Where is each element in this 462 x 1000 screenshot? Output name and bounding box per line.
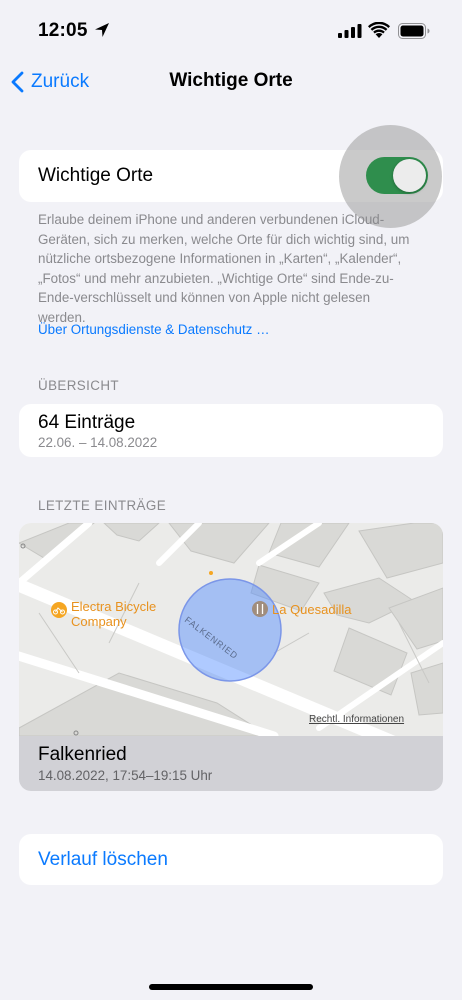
status-bar: 12:05 [0,0,462,60]
cellular-signal-icon [338,24,362,38]
toggle-footer-text: Erlaube deinem iPhone und anderen verbun… [38,212,410,325]
overview-header: ÜBERSICHT [38,378,119,393]
significant-locations-toggle[interactable] [366,157,428,194]
recent-entry-card[interactable]: Electra Bicycle Company La Quesadilla FA… [19,523,443,791]
toggle-label: Wichtige Orte [38,165,154,186]
battery-icon [398,23,430,39]
restaurant-poi-icon [252,601,268,617]
legal-info-link[interactable]: Rechtl. Informationen [309,714,404,725]
poi-label: Company [71,614,127,629]
clear-history-button[interactable]: Verlauf löschen [19,834,443,885]
wifi-icon [368,22,390,38]
poi-label: Electra Bicycle [71,599,156,614]
location-arrow-icon [95,23,109,37]
place-time: 14.08.2022, 17:54–19:15 Uhr [38,768,213,783]
entries-date-range: 22.06. – 14.08.2022 [38,435,158,450]
entries-count: 64 Einträge [38,412,136,433]
overview-row[interactable]: 64 Einträge 22.06. – 14.08.2022 [19,404,443,457]
poi-label: La Quesadilla [272,602,352,617]
bicycle-poi-icon [51,602,67,618]
toggle-knob [393,159,426,192]
home-indicator[interactable] [149,984,313,990]
clear-history-label: Verlauf löschen [38,849,168,870]
page-title: Wichtige Orte [169,70,293,91]
location-map: Electra Bicycle Company La Quesadilla FA… [19,523,443,736]
privacy-link[interactable]: Über Ortungsdienste & Datenschutz … [38,322,269,337]
recent-entries-header: LETZTE EINTRÄGE [38,498,167,513]
place-name: Falkenried [38,744,127,765]
place-info: Falkenried 14.08.2022, 17:54–19:15 Uhr [19,736,443,791]
status-time: 12:05 [38,20,88,41]
